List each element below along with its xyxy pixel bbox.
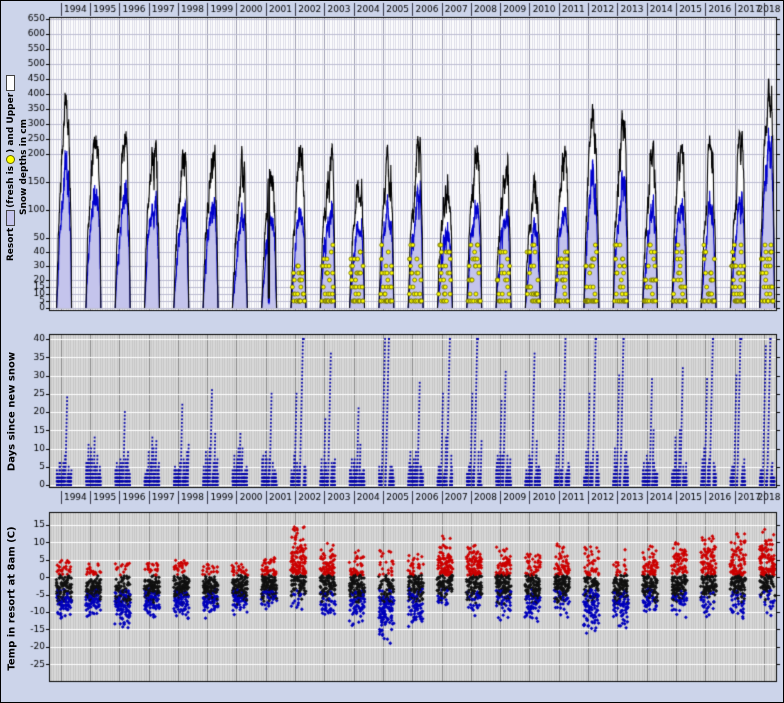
upper-series-label: ) and Upper [6, 93, 16, 153]
temperature-axis-title: Temp in resort at 8am (C) [6, 504, 19, 694]
days-since-new-snow-chart [1, 316, 784, 511]
resort-series-label: Resort [6, 228, 16, 261]
days-since-new-snow-axis-title: Days since new snow [6, 327, 19, 497]
snow-depth-axis-title: Resort (fresh is ) and Upper Snow depths i… [5, 7, 31, 327]
upper-swatch-icon [6, 75, 15, 91]
snow-depth-axis-units: Snow depths in cm [18, 7, 31, 327]
fresh-snow-dot-icon [6, 155, 15, 164]
fresh-snow-label: (fresh is [6, 166, 16, 208]
snow-depth-chart [1, 1, 784, 316]
resort-swatch-icon [6, 210, 15, 226]
snow-depth-axis-title-line1: Resort (fresh is ) and Upper [5, 7, 18, 327]
temperature-chart [1, 511, 784, 703]
snow-history-dashboard: Resort (fresh is ) and Upper Snow depths i… [0, 0, 784, 703]
